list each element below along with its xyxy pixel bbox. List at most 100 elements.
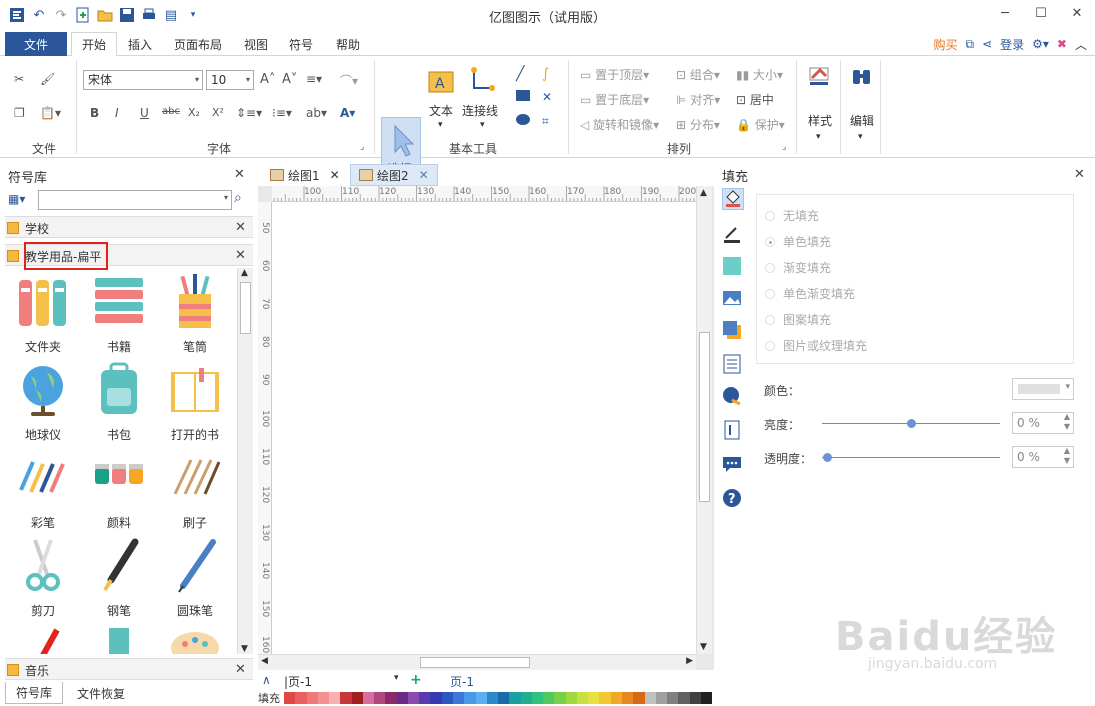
color-swatch[interactable] xyxy=(295,692,307,704)
color-swatch[interactable] xyxy=(486,692,499,704)
protect-button[interactable]: 🔒 保护 ▾ xyxy=(736,116,785,133)
doc-tab-2[interactable]: 绘图2 ✕ xyxy=(350,164,438,186)
search-icon[interactable]: ⌕ xyxy=(234,190,242,206)
gear-icon[interactable]: ⚙▾ xyxy=(1032,37,1049,51)
file-menu[interactable]: 文件 xyxy=(5,32,67,56)
category-close-icon[interactable]: ✕ xyxy=(235,662,246,677)
bold-icon[interactable]: B xyxy=(90,106,99,120)
shape-folder[interactable]: 文件夹 xyxy=(5,268,81,354)
layer-icon[interactable] xyxy=(722,320,744,342)
color-swatch[interactable] xyxy=(317,692,330,704)
category-close-icon[interactable]: ✕ xyxy=(235,248,246,263)
help-icon[interactable]: ? xyxy=(722,488,744,510)
color-swatch[interactable] xyxy=(689,692,701,704)
font-name-select[interactable]: 宋体 ▾ xyxy=(83,70,203,90)
comment-icon[interactable] xyxy=(722,454,744,476)
rotate-mirror-button[interactable]: ◁ 旋转和镜像 ▾ xyxy=(580,116,659,133)
color-swatch[interactable] xyxy=(475,692,487,704)
text-tool-button[interactable]: A 文本 ▾ xyxy=(426,64,458,134)
send-to-bottom-button[interactable]: ▭ 置于底层 ▾ xyxy=(580,91,649,108)
shape-globe[interactable]: 地球仪 xyxy=(5,356,81,442)
library-search-input[interactable]: ▾ xyxy=(38,190,232,210)
shrink-font-icon[interactable]: A˅ xyxy=(282,72,297,87)
color-swatch[interactable] xyxy=(610,692,622,704)
shape-open-book[interactable]: 打开的书 xyxy=(157,356,233,442)
italic-icon[interactable]: I xyxy=(115,106,119,120)
tab-symbol[interactable]: 符号 xyxy=(289,32,313,56)
subscript-icon[interactable]: X₂ xyxy=(188,106,200,119)
attachment-icon[interactable] xyxy=(722,420,744,442)
page-tab[interactable]: 页-1 xyxy=(450,673,474,690)
tab-help[interactable]: 帮助 xyxy=(336,32,360,56)
shape-books[interactable]: 书籍 xyxy=(81,268,157,354)
tab-page-layout[interactable]: 页面布局 xyxy=(174,32,222,56)
color-swatch[interactable] xyxy=(588,692,600,704)
shape-fountain-pen[interactable]: 钢笔 xyxy=(81,532,157,618)
color-swatch[interactable] xyxy=(396,692,408,704)
library-grid-icon[interactable]: ▦▾ xyxy=(8,192,25,206)
open-icon[interactable] xyxy=(96,6,114,24)
share-window-icon[interactable]: ⧉ xyxy=(965,37,974,52)
fill-option-none[interactable]: 无填充 xyxy=(765,207,819,224)
category-music[interactable]: 音乐 ✕ xyxy=(5,658,253,680)
export-icon[interactable]: ▤ xyxy=(162,6,180,24)
color-swatch[interactable] xyxy=(441,692,453,704)
ellipse-icon[interactable] xyxy=(516,114,530,125)
add-page-icon[interactable]: + xyxy=(410,672,422,688)
collapse-ribbon-icon[interactable]: ︿ xyxy=(1075,36,1087,53)
grow-font-icon[interactable]: A˄ xyxy=(260,72,275,87)
tab-insert[interactable]: 插入 xyxy=(128,32,152,56)
new-icon[interactable] xyxy=(74,6,92,24)
shape-ballpoint-pen[interactable]: 圆珠笔 xyxy=(157,532,233,618)
shape-pencil-red[interactable] xyxy=(5,620,81,654)
image-icon[interactable] xyxy=(722,288,744,310)
fill-option-mono-gradient[interactable]: 单色渐变填充 xyxy=(765,285,855,302)
close-window-icon[interactable]: ✕ xyxy=(1059,0,1095,26)
page-dropdown-icon[interactable]: ▾ xyxy=(394,673,399,683)
color-swatch[interactable] xyxy=(464,692,476,704)
color-swatch[interactable] xyxy=(407,692,420,704)
group-button[interactable]: ⊡ 组合 ▾ xyxy=(676,66,720,83)
fill-option-gradient[interactable]: 渐变填充 xyxy=(765,259,831,276)
drawing-page[interactable] xyxy=(272,202,698,654)
point-tool-icon[interactable]: ✕ xyxy=(542,90,552,104)
color-swatch[interactable] xyxy=(621,692,634,704)
bring-to-top-button[interactable]: ▭ 置于顶层 ▾ xyxy=(580,66,649,83)
color-swatch[interactable] xyxy=(655,692,668,704)
style-button[interactable]: 样式 ▾ xyxy=(804,66,836,146)
maximize-icon[interactable]: ☐ xyxy=(1023,0,1059,26)
shape-schoolbag[interactable]: 书包 xyxy=(81,356,157,442)
font-size-select[interactable]: 10 ▾ xyxy=(206,70,254,90)
doc-tab-close-icon[interactable]: ✕ xyxy=(419,168,429,182)
connector-button[interactable]: 连接线 ▾ xyxy=(462,64,504,134)
share-icon[interactable]: ⋖ xyxy=(982,37,992,51)
shadow-icon[interactable] xyxy=(722,256,744,278)
color-swatch[interactable] xyxy=(385,692,397,704)
redo-icon[interactable]: ↷ xyxy=(52,6,70,24)
library-scrollbar[interactable]: ▲ ▼ xyxy=(237,268,253,654)
color-swatches[interactable] xyxy=(284,692,713,704)
tab-home[interactable]: 开始 xyxy=(71,32,118,57)
page-select[interactable]: |页-1 xyxy=(284,673,312,690)
fill-option-pattern[interactable]: 图案填充 xyxy=(765,311,831,328)
color-swatch[interactable] xyxy=(644,692,656,704)
font-dialog-icon[interactable]: ⌟ xyxy=(360,142,364,152)
copy-icon[interactable]: ❐ xyxy=(14,106,25,120)
color-swatch[interactable] xyxy=(430,692,442,704)
canvas-hscrollbar[interactable]: ◀ ▶ xyxy=(258,654,696,670)
color-swatch[interactable] xyxy=(498,692,510,704)
distribute-button[interactable]: ⊞ 分布 ▾ xyxy=(676,116,720,133)
color-swatch[interactable] xyxy=(452,692,465,704)
category-school[interactable]: 学校 ✕ xyxy=(5,216,253,238)
cut-icon[interactable]: ✂ xyxy=(14,72,24,86)
theme-icon[interactable]: ✖ xyxy=(1057,37,1067,51)
login-link[interactable]: 登录 xyxy=(1000,36,1024,53)
text-align-icon[interactable]: ≡▾ xyxy=(306,72,322,86)
color-swatch[interactable] xyxy=(554,692,566,704)
shape-glue[interactable] xyxy=(81,620,157,654)
line-icon[interactable]: ╱ xyxy=(516,66,524,82)
color-swatch[interactable] xyxy=(419,692,431,704)
save-icon[interactable] xyxy=(118,6,136,24)
line-spacing-icon[interactable]: ⌒▾ xyxy=(340,72,358,89)
color-swatch[interactable] xyxy=(374,692,386,704)
